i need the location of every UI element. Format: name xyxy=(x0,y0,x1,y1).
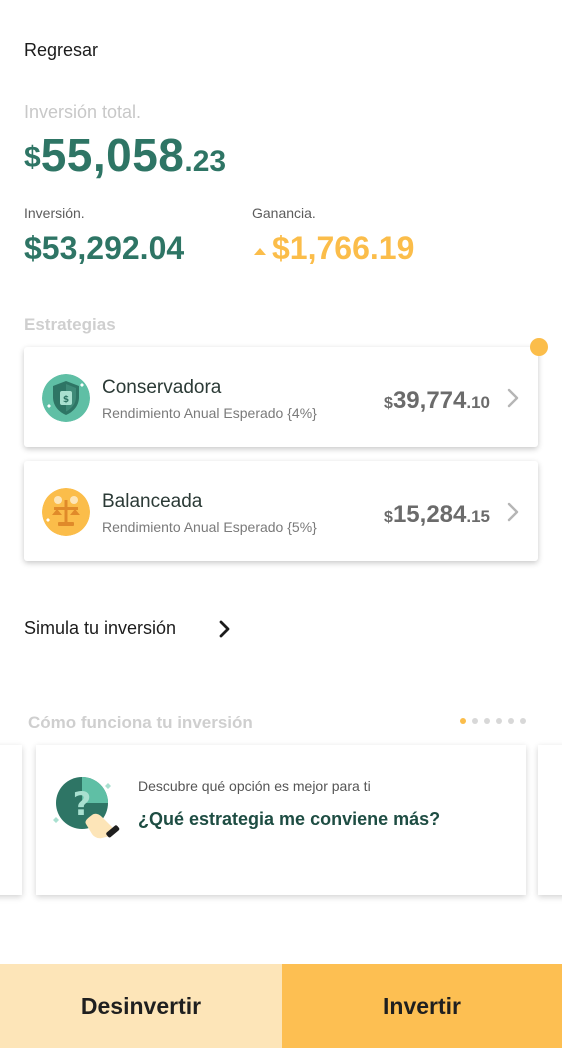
back-link[interactable]: Regresar xyxy=(24,40,98,61)
total-decimal: .23 xyxy=(184,145,227,178)
strategy-name: Conservadora xyxy=(102,377,222,398)
investment-value: $53,292.04 xyxy=(24,230,185,266)
pager-dot[interactable] xyxy=(484,718,490,724)
how-it-works-title: Cómo funciona tu inversión xyxy=(28,713,253,732)
pager-dot[interactable] xyxy=(472,718,478,724)
gain-value: $1,766.19 xyxy=(252,230,414,267)
total-integer: 55,058 xyxy=(40,129,185,181)
strategies-title: Estrategias xyxy=(24,315,116,334)
pager-dot[interactable] xyxy=(508,718,514,724)
pager-dot[interactable] xyxy=(496,718,502,724)
strategy-expected-return: Rendimiento Anual Esperado {4%} xyxy=(102,405,317,421)
strategy-card-conservadora[interactable]: $ Conservadora Rendimiento Anual Esperad… xyxy=(24,347,538,447)
notification-dot xyxy=(530,338,548,356)
strategy-amount: $15,284.15 xyxy=(384,501,490,529)
total-investment-label: Inversión total. xyxy=(24,102,142,122)
amount-decimal: .15 xyxy=(466,507,490,526)
question-hand-icon: ? xyxy=(53,777,120,839)
chevron-right-icon xyxy=(507,502,519,522)
gain-amount: $1,766.19 xyxy=(272,230,415,266)
pager-dot[interactable] xyxy=(460,718,466,724)
amount-integer: 39,774 xyxy=(392,387,467,414)
chevron-right-icon xyxy=(507,388,519,408)
amount-currency: $ xyxy=(384,509,393,526)
carousel-card-next[interactable] xyxy=(538,745,562,895)
svg-text:$: $ xyxy=(63,395,69,405)
chevron-right-icon[interactable] xyxy=(218,619,232,639)
svg-text:?: ? xyxy=(73,785,92,823)
card-title: ¿Qué estrategia me conviene más? xyxy=(138,809,441,829)
strategy-amount: $39,774.10 xyxy=(384,387,490,415)
shield-money-icon: $ xyxy=(42,374,90,422)
strategy-expected-return: Rendimiento Anual Esperado {5%} xyxy=(102,519,317,535)
amount-decimal: .10 xyxy=(466,393,490,412)
amount-currency: $ xyxy=(384,395,393,412)
strategy-card-balanceada[interactable]: Balanceada Rendimiento Anual Esperado {5… xyxy=(24,461,538,561)
simulate-investment-link[interactable]: Simula tu inversión xyxy=(24,618,176,639)
gain-label: Ganancia. xyxy=(252,205,316,221)
total-investment-value: $55,058.23 xyxy=(24,128,226,182)
amount-integer: 15,284 xyxy=(392,501,467,528)
balance-scale-icon xyxy=(42,488,90,536)
strategy-name: Balanceada xyxy=(102,491,203,512)
carousel-pager[interactable] xyxy=(460,718,526,724)
card-subtitle: Descubre qué opción es mejor para ti xyxy=(138,778,371,794)
divest-button[interactable]: Desinvertir xyxy=(0,964,282,1048)
invest-button[interactable]: Invertir xyxy=(282,964,562,1048)
carousel-card[interactable]: ? Descubre qué opción es mejor para ti ¿… xyxy=(36,745,526,895)
pager-dot[interactable] xyxy=(520,718,526,724)
investment-label: Inversión. xyxy=(24,205,85,221)
total-currency: $ xyxy=(24,141,41,174)
carousel-card-previous[interactable] xyxy=(0,745,22,895)
